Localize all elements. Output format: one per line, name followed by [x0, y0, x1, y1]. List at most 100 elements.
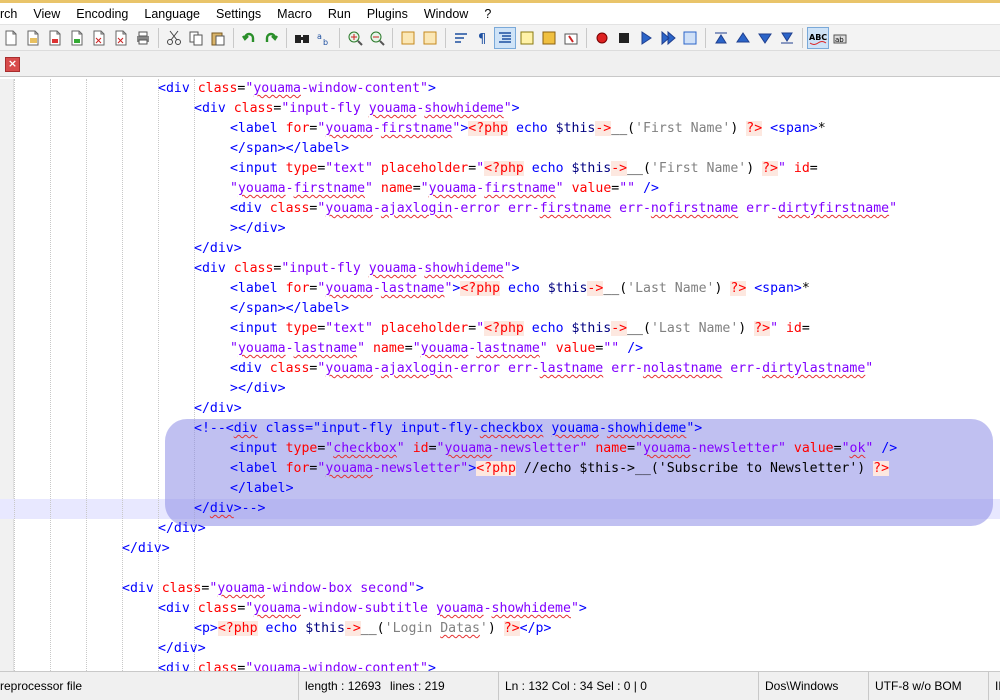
code-token: -error err-: [452, 201, 540, 216]
code-line: <div class="youama-ajaxlogin-error err-f…: [230, 199, 897, 219]
code-token: 'Login: [384, 621, 441, 636]
code-token: echo: [515, 121, 548, 136]
code-token: -window-subtitle: [300, 601, 436, 616]
code-token: -window-content": [300, 661, 428, 671]
code-token: =: [627, 441, 636, 456]
code-token: 'Last Name': [627, 281, 715, 296]
code-token: =: [468, 161, 477, 176]
code-token: dirtyfirstname: [777, 201, 890, 216]
show-all-chars-icon[interactable]: ¶: [472, 27, 494, 49]
spellcheck-icon[interactable]: ABC: [807, 26, 829, 49]
code-token: class: [269, 201, 310, 216]
code-token: <?php: [217, 621, 258, 636]
menu-item-macro[interactable]: Macro: [269, 3, 320, 25]
code-token: ?>: [746, 121, 763, 136]
code-token: ": [770, 321, 779, 336]
code-token: showhideme: [424, 101, 504, 116]
spellcheck-settings-icon[interactable]: ab: [829, 27, 851, 49]
fold-margin[interactable]: [0, 79, 14, 671]
toolbar-separator: [233, 27, 234, 48]
play-multiple-icon[interactable]: [657, 27, 679, 49]
code-token: name: [372, 341, 405, 356]
code-token: ></div>: [230, 221, 286, 236]
code-line: </div>: [194, 239, 242, 259]
toolbar-separator: [705, 27, 706, 48]
code-token: type: [285, 441, 318, 456]
code-token: <div: [158, 661, 198, 671]
code-line: <label for="youama-newsletter"><?php //e…: [230, 459, 890, 479]
copy-icon[interactable]: [185, 27, 207, 49]
code-token: Datas: [440, 621, 480, 636]
document-map-icon[interactable]: [516, 27, 538, 49]
code-token: <div: [158, 81, 198, 96]
menu-item-plugins[interactable]: Plugins: [359, 3, 416, 25]
cut-icon[interactable]: [163, 27, 185, 49]
menu-item-run[interactable]: Run: [320, 3, 359, 25]
code-token: firstname: [293, 181, 366, 196]
sync-horizontal-icon[interactable]: [419, 27, 441, 49]
code-token: 'First Name': [635, 121, 731, 136]
code-token: ": [365, 181, 373, 196]
play-macro-icon[interactable]: [635, 27, 657, 49]
code-token: ?>: [754, 321, 771, 336]
menu-item-language[interactable]: Language: [136, 3, 208, 25]
code-line: <div class="youama-window-content">: [158, 659, 436, 671]
new-file-icon[interactable]: [0, 27, 22, 49]
code-token: ?>: [503, 621, 520, 636]
code-token: err-: [722, 361, 763, 376]
find-icon[interactable]: [291, 27, 313, 49]
print-icon[interactable]: [132, 27, 154, 49]
open-file-icon[interactable]: [22, 27, 44, 49]
menu-item-help[interactable]: ?: [476, 3, 499, 25]
record-macro-icon[interactable]: [591, 27, 613, 49]
code-token: <div: [122, 581, 162, 596]
redo-icon[interactable]: [260, 27, 282, 49]
replace-icon[interactable]: ab: [313, 27, 335, 49]
code-token: ->: [344, 621, 361, 636]
save-macro-icon[interactable]: [679, 27, 701, 49]
save-all-icon[interactable]: [66, 27, 88, 49]
close-icon[interactable]: [88, 27, 110, 49]
folder-workspace-icon[interactable]: [560, 27, 582, 49]
menu-item-view[interactable]: View: [25, 3, 68, 25]
toolbar: a b ¶ ABC ab: [0, 25, 1000, 51]
undo-icon[interactable]: [238, 27, 260, 49]
sync-vertical-icon[interactable]: [397, 27, 419, 49]
code-token: <div: [194, 101, 234, 116]
stop-macro-icon[interactable]: [613, 27, 635, 49]
code-token: youama: [444, 441, 493, 456]
code-token: youama: [420, 341, 469, 356]
code-token: id: [785, 321, 802, 336]
zoom-out-icon[interactable]: [366, 27, 388, 49]
close-tab-icon[interactable]: ×: [5, 57, 20, 72]
code-token: class: [197, 81, 238, 96]
menu-item-encoding[interactable]: Encoding: [68, 3, 136, 25]
code-token: <input: [230, 441, 286, 456]
down-icon[interactable]: [754, 27, 776, 49]
code-token: <span>: [754, 281, 802, 296]
unfold-icon[interactable]: [776, 27, 798, 49]
zoom-in-icon[interactable]: [344, 27, 366, 49]
code-token: class: [197, 601, 238, 616]
close-all-icon[interactable]: [110, 27, 132, 49]
fold-icon[interactable]: [710, 27, 732, 49]
menu-item-rch[interactable]: rch: [0, 3, 25, 25]
menu-item-window[interactable]: Window: [416, 3, 476, 25]
code-token: youama: [253, 81, 301, 96]
code-token: <?php: [484, 321, 524, 336]
menu-item-settings[interactable]: Settings: [208, 3, 269, 25]
word-wrap-icon[interactable]: [450, 27, 472, 49]
up-icon[interactable]: [732, 27, 754, 49]
code-token: ": [865, 361, 874, 376]
code-editor[interactable]: <div class="youama-window-content"> <div …: [0, 79, 1000, 671]
paste-icon[interactable]: [207, 27, 229, 49]
code-token: -newsletter": [372, 461, 469, 476]
toolbar-separator: [802, 27, 803, 48]
code-token: <label: [230, 281, 286, 296]
save-icon[interactable]: [44, 27, 66, 49]
function-list-icon[interactable]: [538, 27, 560, 49]
indent-guide-icon[interactable]: [494, 26, 516, 49]
